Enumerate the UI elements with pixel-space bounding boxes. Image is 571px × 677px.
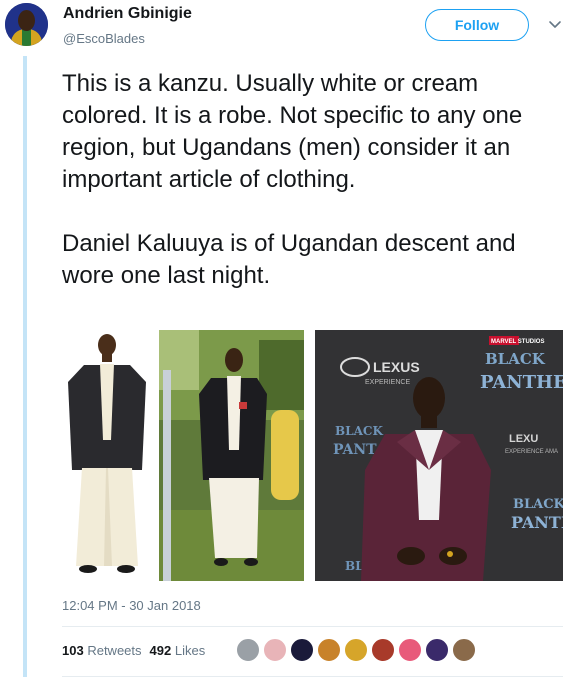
liker-avatar[interactable] [425, 638, 449, 662]
svg-text:BLACK: BLACK [513, 497, 563, 512]
lexus-logo-text: LEXUS [373, 359, 420, 375]
liker-avatar[interactable] [371, 638, 395, 662]
retweets-count: 103 [62, 643, 84, 658]
black-text: BLACK [485, 350, 546, 368]
liker-avatar[interactable] [398, 638, 422, 662]
chevron-down-icon[interactable] [548, 18, 562, 32]
liker-avatars [236, 638, 476, 662]
likes-count: 492 [149, 643, 172, 658]
media-photo-2[interactable] [159, 330, 304, 581]
author-name[interactable]: Andrien Gbinigie [63, 5, 192, 23]
tweet-text: This is a kanzu. Usually white or cream … [62, 70, 523, 289]
retweets-stat[interactable]: 103 Retweets [62, 643, 142, 658]
panther-text: PANTHER [480, 372, 563, 393]
retweets-label: Retweets [87, 643, 142, 658]
media-photo-3[interactable]: LEXUS EXPERIENCE MARVEL STUDIOS BLACK PA… [315, 330, 563, 581]
likes-label: Likes [174, 643, 206, 658]
svg-text:EXPERIENCE AMA: EXPERIENCE AMA [505, 449, 558, 455]
liker-avatar[interactable] [452, 638, 476, 662]
avatar[interactable] [5, 3, 48, 46]
svg-text:LEXU: LEXU [509, 433, 538, 445]
tweet-stats: 103 Retweets 492 Likes [62, 643, 205, 658]
author-handle[interactable]: @EscoBlades [63, 31, 145, 46]
media-photo-1[interactable] [62, 330, 153, 581]
kanzu-studio-photo [62, 330, 153, 581]
kanzu-outdoor-photo [159, 330, 304, 581]
tweet-timestamp[interactable]: 12:04 PM - 30 Jan 2018 [62, 598, 201, 613]
liker-avatar[interactable] [290, 638, 314, 662]
thread-line [23, 56, 27, 677]
lexus-experience-text: EXPERIENCE [365, 379, 410, 386]
liker-avatar[interactable] [317, 638, 341, 662]
premiere-photo: LEXUS EXPERIENCE MARVEL STUDIOS BLACK PA… [315, 330, 563, 581]
divider [62, 626, 563, 627]
liker-avatar[interactable] [236, 638, 260, 662]
svg-text:PANT: PANT [333, 442, 377, 458]
marvel-badge-text: MARVEL STUDIOS [491, 339, 544, 345]
svg-text:PANTHE: PANTHE [511, 513, 563, 532]
follow-button[interactable]: Follow [425, 9, 529, 41]
svg-text:BLACK: BLACK [335, 424, 383, 438]
liker-avatar[interactable] [263, 638, 287, 662]
liker-avatar[interactable] [344, 638, 368, 662]
likes-stat[interactable]: 492 Likes [150, 643, 206, 658]
